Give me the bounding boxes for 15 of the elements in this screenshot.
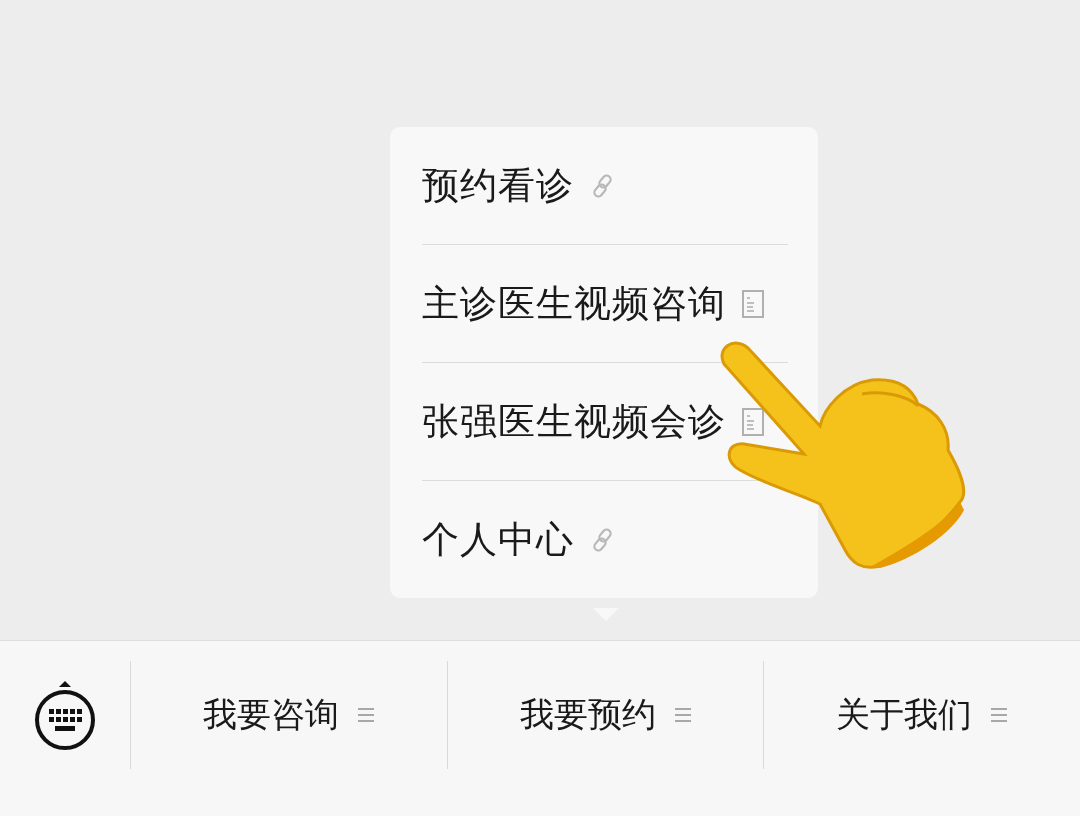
keyboard-icon[interactable] <box>33 678 97 752</box>
menu-icon <box>356 706 375 724</box>
menu-item-label: 预约看诊 <box>422 162 574 209</box>
menu-item[interactable]: 预约看诊 <box>422 127 788 245</box>
menu-item[interactable]: 个人中心 <box>422 481 788 598</box>
menu-item-label: 张强医生视频会诊 <box>422 398 726 445</box>
menu-tab[interactable]: 我要咨询 <box>131 661 448 769</box>
menu-item-label: 主诊医生视频咨询 <box>422 280 726 327</box>
document-icon <box>742 407 764 436</box>
document-icon <box>742 289 764 318</box>
menu-icon <box>673 706 692 724</box>
menu-tab[interactable]: 我要预约 <box>447 661 765 769</box>
menu-tab[interactable]: 关于我们 <box>764 661 1080 769</box>
menu-icon <box>990 706 1009 724</box>
menu-item-label: 个人中心 <box>422 516 574 563</box>
